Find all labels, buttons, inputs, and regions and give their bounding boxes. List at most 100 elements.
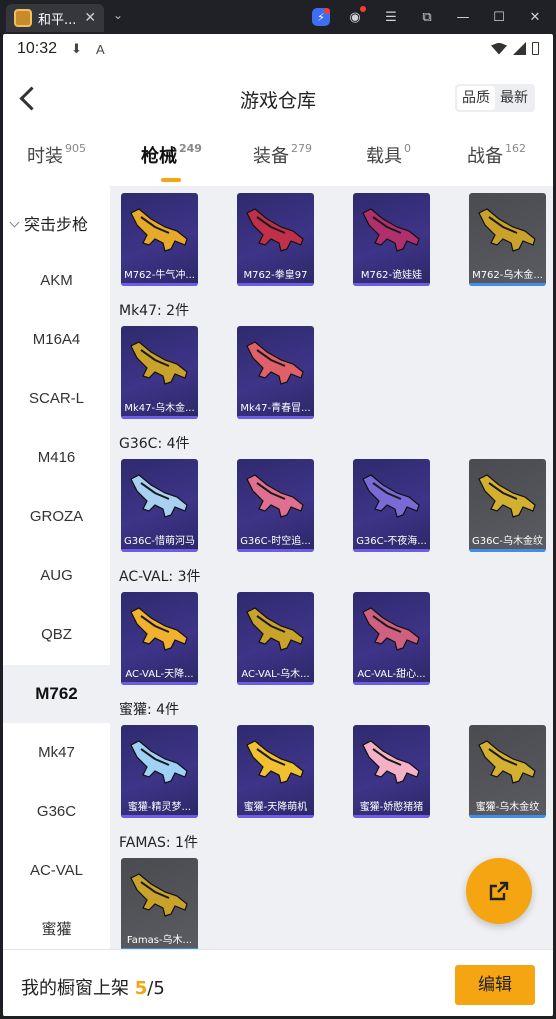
screenshot-icon[interactable]: ⧉ [416, 6, 438, 28]
sidebar-item[interactable]: Mk47 [3, 724, 110, 782]
weapon-skin-image [130, 208, 188, 252]
active-tab-indicator [161, 178, 181, 182]
weapon-card[interactable]: Mk47-青春冒... [237, 326, 314, 419]
quality-bar [469, 815, 546, 818]
sidebar-item[interactable]: M416 [3, 429, 110, 487]
tab-supplies[interactable]: 战备 162 [467, 142, 526, 168]
sidebar-item[interactable]: AC-VAL [3, 842, 110, 900]
quality-bar [469, 549, 546, 552]
weapon-card-label: 蜜獾-娇憨猪猪 [359, 802, 424, 813]
sidebar-item[interactable]: SCAR-L [3, 370, 110, 428]
weapon-skin-image [130, 607, 188, 651]
weapon-card[interactable]: 蜜獾-娇憨猪猪 [353, 725, 430, 818]
status-indicators [491, 42, 539, 55]
weapon-card-label: 蜜獾-精灵梦... [127, 802, 192, 813]
weapon-card-label: Mk47-青春冒... [240, 403, 311, 414]
weapon-card[interactable]: M762-拳皇97 [237, 193, 314, 286]
weapon-skin-image [478, 474, 536, 518]
tab-equipment[interactable]: 装备 279 [253, 142, 312, 168]
window-tab[interactable]: 和平... ✕ [6, 4, 104, 32]
quality-bar [121, 283, 198, 286]
account-notification-dot [360, 6, 366, 12]
weapon-card[interactable]: M762-牛气冲... [121, 193, 198, 286]
weapon-card[interactable]: M762-乌木金... [469, 193, 546, 286]
weapon-card-label: M762-乌木金... [472, 270, 543, 281]
sidebar-item[interactable]: M16A4 [3, 311, 110, 369]
sidebar-item[interactable]: QBZ [3, 606, 110, 664]
weapon-card[interactable]: 蜜獾-乌木金纹 [469, 725, 546, 818]
app-window: 和平... ✕ ⌄ ⚡ ◉ ☰ ⧉ — ☐ ✕ 10:32 ⬇ A 游戏仓库 品… [0, 0, 556, 1019]
quality-bar [237, 549, 314, 552]
maximize-icon[interactable]: ☐ [488, 6, 510, 28]
account-icon[interactable]: ◉ [344, 6, 366, 28]
quality-bar [237, 682, 314, 685]
tab-dropdown-icon[interactable]: ⌄ [113, 8, 123, 22]
weapon-card[interactable]: AC-VAL-天降... [121, 592, 198, 685]
weapon-card[interactable]: G36C-时空追... [237, 459, 314, 552]
weapon-card-label: M762-拳皇97 [243, 270, 308, 281]
sidebar-item[interactable]: M762 [3, 665, 110, 723]
tab-count: 162 [505, 142, 526, 155]
tab-close-icon[interactable]: ✕ [84, 10, 96, 26]
weapon-skin-image [246, 607, 304, 651]
sidebar-item[interactable]: AUG [3, 547, 110, 605]
tab-vehicles[interactable]: 载具 0 [366, 142, 411, 168]
sort-toggle: 品质 最新 [455, 84, 535, 112]
weapon-card[interactable]: 蜜獾-精灵梦... [121, 725, 198, 818]
tab-firearms[interactable]: 枪械 249 [141, 142, 202, 168]
tab-label: 载具 [366, 146, 402, 167]
weapon-skin-image [130, 474, 188, 518]
minimize-icon[interactable]: — [452, 6, 474, 28]
showcase-bar: 我的橱窗上架 5/5 编辑 [3, 949, 553, 1016]
wifi-icon [491, 42, 507, 55]
sidebar-item[interactable]: G36C [3, 783, 110, 841]
weapon-grid: M762-牛气冲... M762-拳皇97 M762-诡娃娃 M762-乌木金... M… [110, 186, 553, 949]
weapon-card[interactable]: M762-诡娃娃 [353, 193, 430, 286]
sidebar-item[interactable]: AKM [3, 252, 110, 310]
edit-button[interactable]: 编辑 [455, 965, 535, 1005]
section-header: G36C: 4件 [119, 436, 190, 452]
weapon-card[interactable]: Famas-乌木... [121, 858, 198, 949]
weapon-card-label: G36C-时空追... [240, 536, 311, 547]
tab-fashion[interactable]: 时装 905 [27, 142, 86, 168]
weapon-card-label: Famas-乌木... [126, 935, 193, 946]
weapon-skin-image [478, 740, 536, 784]
weapon-card[interactable]: G36C-乌木金纹 [469, 459, 546, 552]
weapon-card[interactable]: AC-VAL-甜心... [353, 592, 430, 685]
sort-newest-button[interactable]: 最新 [495, 86, 533, 110]
signal-icon [513, 42, 526, 55]
close-window-icon[interactable]: ✕ [524, 6, 546, 28]
section-header: AC-VAL: 3件 [119, 569, 201, 585]
weapon-card[interactable]: G36C-不夜海... [353, 459, 430, 552]
weapon-card[interactable]: 蜜獾-天降萌机 [237, 725, 314, 818]
tab-label: 装备 [253, 146, 289, 167]
chevron-down-icon [9, 217, 20, 228]
weapon-card-label: AC-VAL-乌木... [241, 669, 310, 680]
weapon-card[interactable]: Mk47-乌木金... [121, 326, 198, 419]
quality-bar [121, 682, 198, 685]
weapon-skin-image [246, 341, 304, 385]
category-tabs: 时装 905 枪械 249 装备 279 载具 0 战备 162 [3, 142, 553, 182]
weapon-skin-image [130, 873, 188, 917]
menu-icon[interactable]: ☰ [380, 6, 402, 28]
weapon-card-label: M762-牛气冲... [124, 270, 195, 281]
weapon-skin-image [362, 740, 420, 784]
sidebar-item[interactable]: GROZA [3, 488, 110, 546]
sort-quality-button[interactable]: 品质 [457, 86, 495, 110]
battery-icon [532, 42, 539, 55]
quality-bar [121, 549, 198, 552]
tab-title: 和平... [38, 12, 77, 28]
sidebar-group-assault-rifles[interactable]: 突击步枪 [9, 211, 88, 235]
app-notification-icon: A [95, 41, 105, 57]
weapon-card[interactable]: G36C-惜萌河马 [121, 459, 198, 552]
boost-icon[interactable]: ⚡ [312, 8, 330, 26]
section-header: Mk47: 2件 [119, 303, 190, 319]
share-button[interactable] [466, 858, 532, 924]
weapon-card-label: G36C-惜萌河马 [123, 536, 196, 547]
tab-count: 279 [291, 142, 312, 155]
phone-screen: 10:32 ⬇ A 游戏仓库 品质 最新 时装 905 枪械 249 装备 279 载… [3, 34, 553, 1016]
weapon-card-label: 蜜獾-天降萌机 [243, 802, 308, 813]
weapon-sidebar: 突击步枪 AKM M16A4 SCAR-L M416 GROZA AUG QBZ M762 Mk… [3, 186, 110, 949]
download-icon: ⬇ [71, 41, 82, 56]
weapon-card[interactable]: AC-VAL-乌木... [237, 592, 314, 685]
